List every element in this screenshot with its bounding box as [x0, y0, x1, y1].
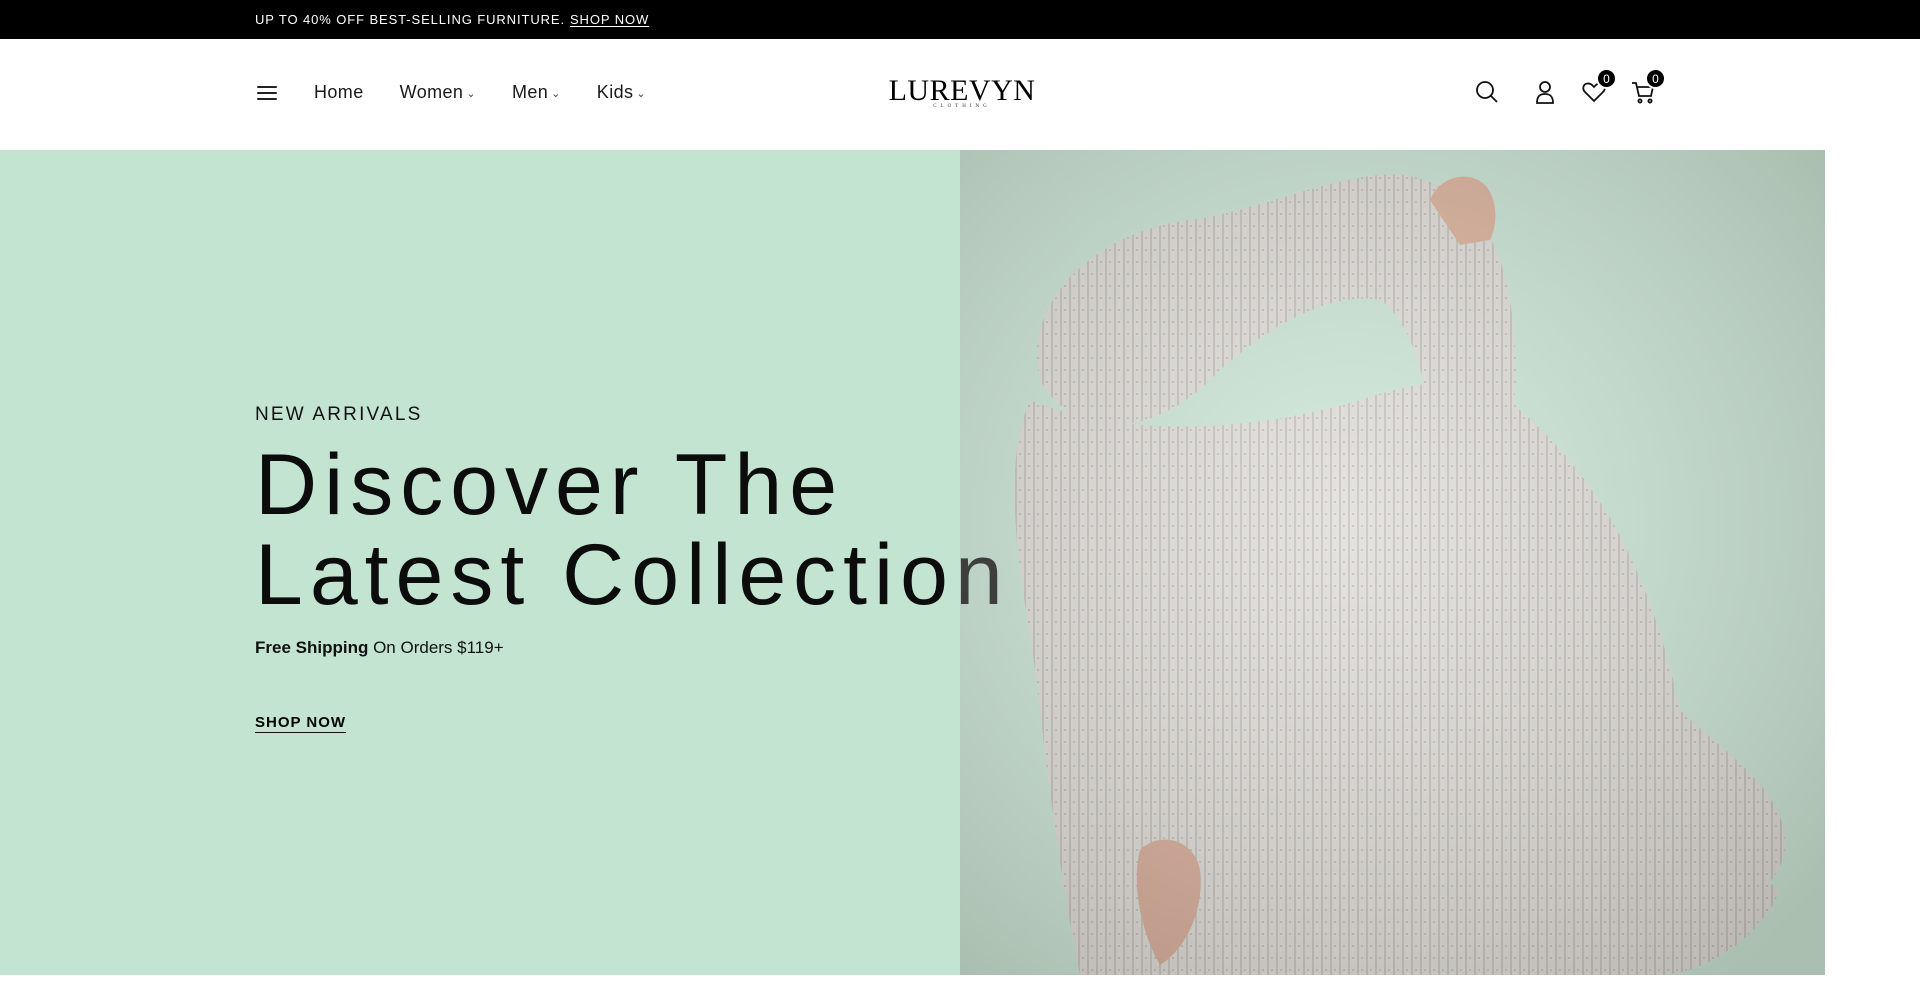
announcement-bar: UP TO 40% OFF BEST-SELLING FURNITURE. SH…	[0, 0, 1920, 39]
announcement-shop-now-link[interactable]: SHOP NOW	[570, 12, 649, 27]
cart-icon[interactable]: 0	[1630, 68, 1666, 105]
hero-banner: NEW ARRIVALS Discover The Latest Collect…	[0, 150, 1825, 975]
hero-shop-now-button[interactable]: SHOP NOW	[255, 714, 347, 733]
announcement-text: UP TO 40% OFF BEST-SELLING FURNITURE.	[255, 12, 565, 27]
site-header: Home Women ⌄ Men ⌄ Kids ⌄ LUREVYN CLOTHI…	[0, 39, 1920, 150]
shipping-note-text: On Orders $119+	[373, 638, 504, 657]
shipping-note-bold: Free Shipping	[255, 638, 369, 657]
heart-icon[interactable]: 0	[1581, 68, 1617, 105]
hero-sweater-image	[960, 150, 1825, 975]
hero-headline-line2: Latest Collection	[255, 527, 1010, 623]
wishlist-count-badge: 0	[1596, 68, 1617, 89]
cart-count-badge: 0	[1645, 68, 1666, 89]
header-icons: 0 0	[0, 68, 1920, 119]
hero-eyebrow: NEW ARRIVALS	[255, 404, 423, 425]
user-icon[interactable]	[1532, 79, 1558, 105]
search-icon[interactable]	[1474, 79, 1500, 105]
hero-headline: Discover The Latest Collection	[255, 440, 1010, 620]
shipping-note: Free Shipping On Orders $119+	[255, 638, 1010, 658]
hero-copy: NEW ARRIVALS Discover The Latest Collect…	[255, 404, 1010, 733]
hero-headline-line1: Discover The	[255, 437, 845, 533]
